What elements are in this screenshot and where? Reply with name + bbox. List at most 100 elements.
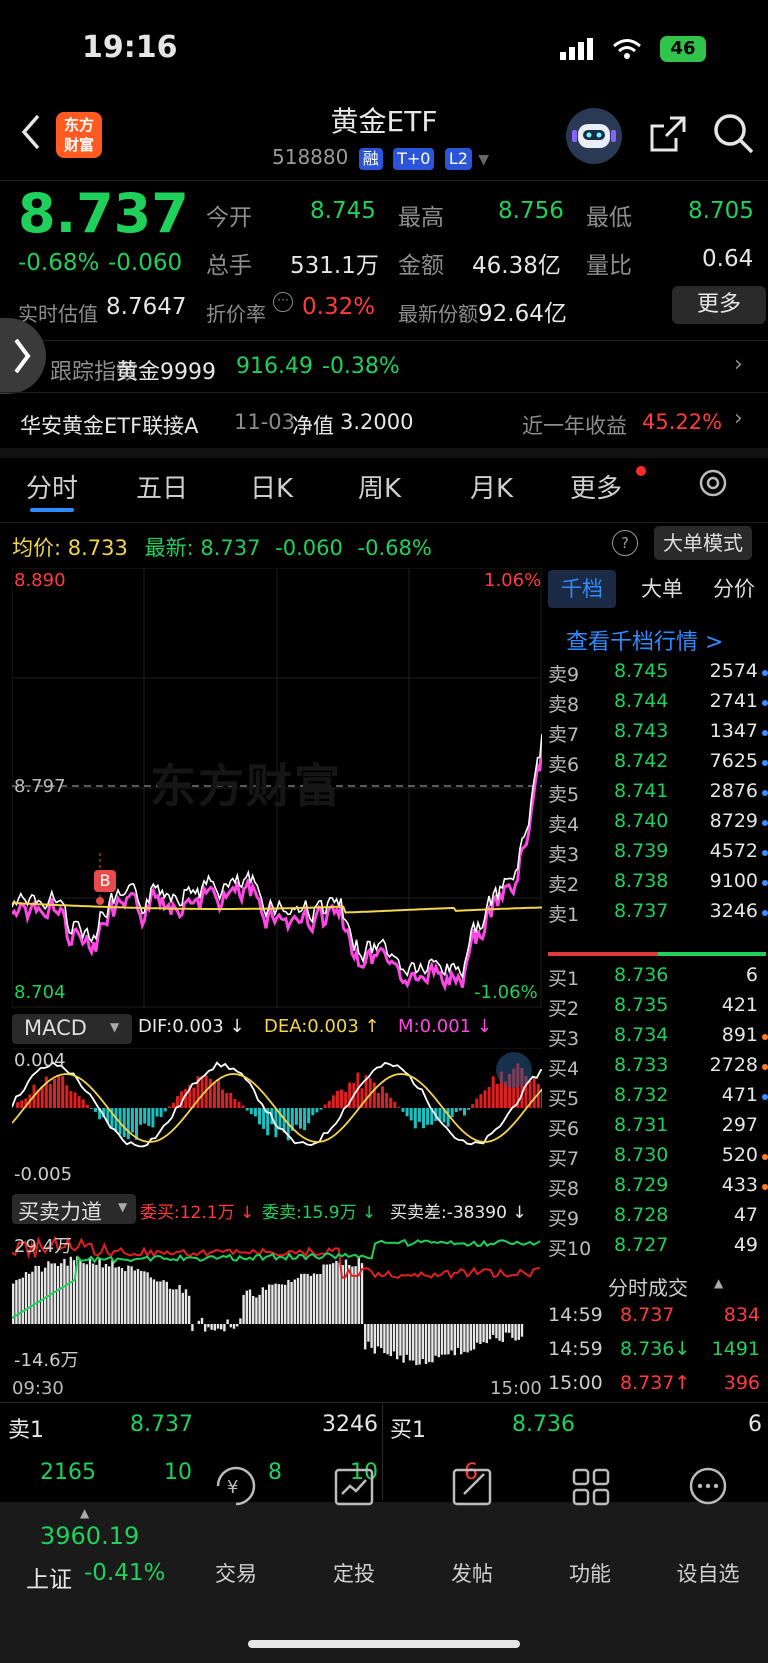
buy-marker[interactable]: B	[94, 870, 116, 892]
ask-row[interactable]: 卖5 8.741 2876	[548, 780, 768, 810]
ask-row[interactable]: 卖7 8.743 1347	[548, 720, 768, 750]
macd-bar	[200, 1076, 204, 1108]
fund-nav-label: 净值	[292, 414, 334, 438]
macd-bar	[294, 1108, 298, 1125]
search-icon[interactable]	[712, 112, 754, 158]
order-dot	[762, 1094, 768, 1100]
macd-bar	[57, 1075, 61, 1108]
power-bar	[117, 1266, 120, 1324]
ask-row[interactable]: 卖3 8.739 4572	[548, 840, 768, 870]
power-bar	[156, 1281, 159, 1324]
nav-invest-plan[interactable]: 定投	[304, 1558, 404, 1588]
power-bar	[392, 1324, 396, 1352]
function-icon[interactable]	[540, 1464, 640, 1508]
share-icon[interactable]	[648, 114, 688, 158]
order-dot	[762, 1004, 768, 1010]
bid-row[interactable]: 买8 8.729 433	[548, 1174, 768, 1204]
ask-row[interactable]: 卖4 8.740 8729	[548, 810, 768, 840]
power-selector[interactable]: 买卖力道 ▼	[12, 1194, 136, 1224]
power-bar	[386, 1324, 389, 1355]
chevron-right-icon[interactable]: ›	[734, 406, 743, 431]
macd-bar	[241, 1105, 245, 1108]
macd-selector[interactable]: MACD ▼	[12, 1014, 132, 1044]
ask-price: 8.744	[614, 690, 669, 712]
caret-up-icon[interactable]: ▲	[80, 1506, 89, 1520]
chevron-right-icon[interactable]: ›	[734, 352, 743, 377]
gear-icon[interactable]	[696, 466, 730, 504]
robot-avatar-icon[interactable]	[566, 108, 622, 164]
tab-daily-k[interactable]: 日K	[250, 468, 293, 505]
macd-bar	[61, 1076, 65, 1108]
bid-row[interactable]: 买4 8.733 2728	[548, 1054, 768, 1084]
info-dots-icon[interactable]: ···	[273, 292, 293, 312]
power-bar	[456, 1324, 460, 1348]
view-depth-link[interactable]: 查看千档行情 >	[566, 624, 723, 656]
tab-five-day[interactable]: 五日	[136, 468, 188, 505]
bid-row[interactable]: 买9 8.728 47	[548, 1204, 768, 1234]
bid-price: 8.729	[614, 1174, 669, 1196]
tab-more[interactable]: 更多	[570, 468, 622, 505]
bid-volume: 891	[721, 1024, 758, 1046]
side-drawer-handle[interactable]	[0, 318, 46, 394]
bid-row[interactable]: 买3 8.734 891	[548, 1024, 768, 1054]
trade-icon[interactable]: ¥	[186, 1464, 286, 1508]
ask-row[interactable]: 卖2 8.738 9100	[548, 870, 768, 900]
macd-bar	[483, 1090, 487, 1108]
ask-row[interactable]: 卖9 8.745 2574	[548, 660, 768, 690]
bottom-sell-label: 卖1	[8, 1418, 44, 1443]
axis-bottom-price: 8.704	[14, 982, 66, 1003]
macd-bar	[155, 1108, 159, 1117]
macd-bar	[77, 1096, 81, 1108]
bid-row[interactable]: 买1 8.736 6	[548, 964, 768, 994]
more-button[interactable]: 更多	[672, 286, 766, 324]
nav-trade[interactable]: 交易	[186, 1558, 286, 1588]
nav-post[interactable]: 发帖	[422, 1558, 522, 1588]
big-order-mode-button[interactable]: 大单模式	[654, 526, 752, 560]
bid-row[interactable]: 买2 8.735 421	[548, 994, 768, 1024]
order-dot	[762, 670, 768, 676]
nav-function[interactable]: 功能	[540, 1558, 640, 1588]
power-bar	[440, 1324, 444, 1355]
macd-bar	[323, 1104, 327, 1108]
ask-row[interactable]: 卖6 8.742 7625	[548, 750, 768, 780]
power-bar	[261, 1287, 264, 1324]
tab-big-order[interactable]: 大单	[632, 570, 692, 608]
caret-down-icon[interactable]: ▼	[478, 152, 489, 168]
home-indicator[interactable]	[248, 1640, 520, 1648]
power-bar	[34, 1265, 37, 1324]
macd-axis-bottom: -0.005	[14, 1164, 73, 1185]
bid-row[interactable]: 买10 8.727 49	[548, 1234, 768, 1264]
invest-plan-icon[interactable]	[304, 1464, 404, 1508]
bid-row[interactable]: 买5 8.732 471	[548, 1084, 768, 1114]
bid-row[interactable]: 买6 8.731 297	[548, 1114, 768, 1144]
nav-index-value[interactable]: 3960.19	[40, 1522, 139, 1550]
fund-name[interactable]: 华安黄金ETF联接A	[20, 410, 199, 440]
power-bar	[284, 1284, 287, 1324]
macd-bar	[237, 1101, 241, 1108]
index-name[interactable]: 黄金9999	[116, 354, 216, 386]
ask-row[interactable]: 卖1 8.737 3246	[548, 900, 768, 930]
ask-row[interactable]: 卖8 8.744 2741	[548, 690, 768, 720]
more-dots-icon[interactable]	[658, 1464, 758, 1508]
ask-level-label: 卖3	[548, 844, 580, 866]
macd-m: M:0.001 ↓	[398, 1016, 492, 1037]
badge-margin: 融	[358, 148, 383, 170]
macd-bar	[495, 1084, 499, 1108]
caret-up-icon[interactable]: ▲	[714, 1276, 723, 1290]
macd-bar	[20, 1100, 24, 1108]
trade-row: 14:59 8.737 834	[548, 1304, 768, 1334]
tab-intraday[interactable]: 分时	[26, 468, 78, 505]
tab-thousand-level[interactable]: 千档	[548, 570, 616, 608]
tab-monthly-k[interactable]: 月K	[470, 468, 513, 505]
bid-volume: 297	[721, 1114, 758, 1136]
bid-row[interactable]: 买7 8.730 520	[548, 1144, 768, 1174]
ask-level-label: 卖6	[548, 754, 580, 776]
post-icon[interactable]	[422, 1464, 522, 1508]
status-time: 19:16	[82, 30, 178, 65]
nav-add-watchlist[interactable]: 设自选	[658, 1558, 758, 1588]
tab-price-dist[interactable]: 分价	[702, 570, 766, 608]
trade-price: 8.737↑	[620, 1372, 691, 1394]
tab-weekly-k[interactable]: 周K	[358, 468, 401, 505]
help-icon[interactable]: ?	[612, 530, 638, 556]
red-dot-badge	[636, 466, 646, 476]
